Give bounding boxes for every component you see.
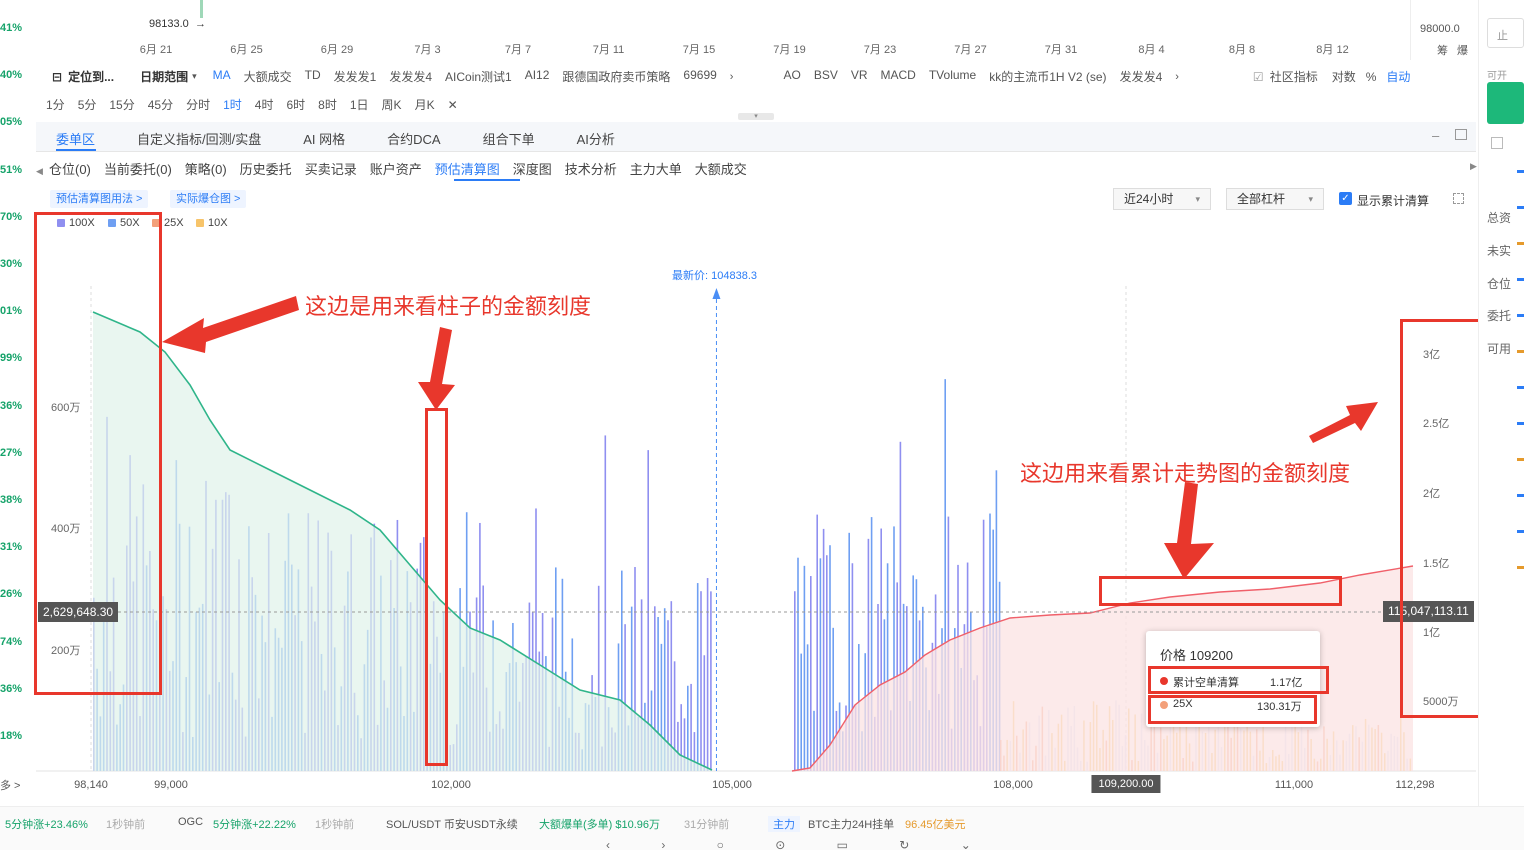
ticker-item[interactable]: 5分钟涨+22.22% (213, 816, 296, 832)
active-tab-underline (56, 149, 96, 151)
right-panel-mark (1517, 494, 1524, 497)
right-panel-mark (1517, 314, 1524, 317)
right-panel-mark (1517, 566, 1524, 569)
right-annotation-text: 这边用来看累计走势图的金额刻度 (1020, 461, 1351, 486)
ticker-item[interactable]: 大额爆单(多单) $10.96万 (539, 816, 660, 832)
arrow-down-icon (418, 327, 455, 410)
ticker-item[interactable]: 5分钟涨+23.46% (5, 816, 88, 832)
ticker-item[interactable]: 1秒钟前 (106, 816, 145, 832)
right-panel-mark (1517, 422, 1524, 425)
ticker-item[interactable]: OGC (178, 816, 203, 828)
right-panel-position-label: 仓位 (1487, 277, 1512, 291)
right-panel-mark (1517, 170, 1524, 173)
ticker-item[interactable]: 主力 (768, 816, 800, 832)
active-subtab-underline (454, 179, 520, 181)
right-panel-open-label: 可开 (1487, 71, 1507, 82)
right-panel-mark (1517, 386, 1524, 389)
bottom-nav-icons: ‹ › ○ ⊙ ▭ ↻ ⌄ (606, 838, 995, 850)
arrow-left-icon (162, 296, 299, 353)
ticker-item[interactable]: 1秒钟前 (315, 816, 354, 832)
right-panel-mark (1517, 458, 1524, 461)
right-panel-green-button[interactable] (1487, 82, 1524, 124)
right-panel-stop-label: 止 (1497, 30, 1508, 42)
right-panel-mark (1517, 242, 1524, 245)
right-panel-order-label: 委托 (1487, 309, 1512, 323)
annotation-arrows (162, 296, 1378, 579)
right-panel-unrealized-label: 未实 (1487, 244, 1512, 258)
right-panel-available-label: 可用 (1487, 342, 1512, 356)
arrow-up-right-icon (1309, 402, 1378, 443)
ticker-item[interactable]: 96.45亿美元 (905, 816, 966, 832)
ticker-item[interactable]: SOL/USDT 币安USDT永续 (386, 816, 518, 832)
ticker-item[interactable]: BTC主力24H挂单 (808, 816, 894, 832)
left-annotation-text: 这边是用来看柱子的金额刻度 (305, 294, 592, 319)
right-panel-mark (1517, 278, 1524, 281)
right-panel-checkbox[interactable] (1491, 137, 1503, 149)
right-panel-mark (1517, 350, 1524, 353)
arrow-down-icon-2 (1164, 482, 1214, 579)
right-panel-mark (1517, 530, 1524, 533)
ticker-item[interactable]: 31分钟前 (684, 816, 729, 832)
right-panel-total-label: 总资 (1487, 211, 1512, 225)
right-panel-mark (1517, 206, 1524, 209)
right-panel (1478, 0, 1524, 850)
